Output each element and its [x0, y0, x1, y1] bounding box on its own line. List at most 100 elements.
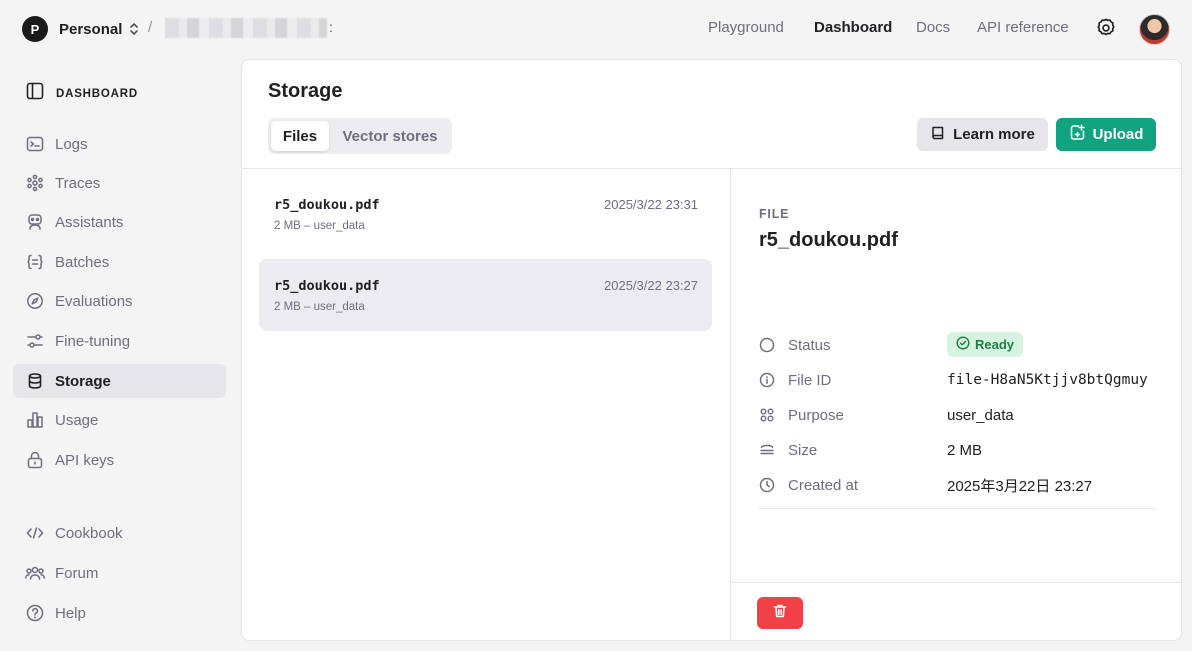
file-name: r5_doukou.pdf	[274, 197, 380, 213]
sidebar-item-label: Fine-tuning	[55, 332, 131, 350]
sidebar-item-batches[interactable]: Batches	[13, 245, 226, 279]
delete-file-button[interactable]	[757, 597, 803, 629]
user-avatar[interactable]	[1139, 14, 1170, 45]
file-meta: 2 MB – user_data	[274, 301, 365, 313]
file-meta: 2 MB – user_data	[274, 220, 365, 232]
compass-icon	[25, 291, 45, 311]
status-badge: Ready	[947, 332, 1023, 357]
sidebar-item-logs[interactable]: Logs	[13, 127, 226, 161]
file-list-item[interactable]: r5_doukou.pdf 2025/3/22 23:31 2 MB – use…	[259, 178, 712, 250]
upload-button[interactable]: Upload	[1056, 118, 1156, 151]
info-icon	[759, 372, 775, 388]
users-icon	[25, 563, 45, 583]
upload-label: Upload	[1092, 126, 1144, 143]
sidebar-item-label: Usage	[55, 411, 99, 429]
status-circle-icon	[759, 337, 775, 353]
file-date: 2025/3/22 23:27	[604, 278, 698, 293]
created-at-value: 2025年3月22日 23:27	[947, 477, 1093, 495]
prop-key: Purpose	[788, 406, 844, 424]
sidebar: DASHBOARD Logs Traces Assistants Batches…	[0, 58, 240, 651]
grid-dots-icon	[759, 407, 775, 423]
status-badge-label: Ready	[974, 337, 1015, 352]
stack-icon	[759, 442, 775, 458]
nav-dashboard[interactable]: Dashboard	[814, 19, 892, 36]
learn-more-label: Learn more	[953, 126, 1035, 143]
org-avatar: P	[22, 16, 48, 42]
prop-purpose: Purpose user_data	[759, 403, 1159, 427]
nav-docs[interactable]: Docs	[916, 19, 950, 36]
nav-playground[interactable]: Playground	[708, 19, 784, 36]
sidebar-item-cookbook[interactable]: Cookbook	[13, 516, 226, 550]
traces-icon	[25, 173, 45, 193]
nav-api-reference[interactable]: API reference	[977, 19, 1069, 36]
sidebar-item-label: Logs	[55, 135, 88, 153]
top-bar: P Personal / : Playground Dashboard Docs…	[0, 0, 1192, 58]
sidebar-item-label: Assistants	[55, 213, 124, 231]
size-value: 2 MB	[947, 441, 983, 459]
sidebar-item-label: API keys	[55, 451, 115, 469]
sidebar-toggle-icon[interactable]	[26, 82, 44, 105]
detail-footer-divider	[731, 582, 1181, 583]
tab-vector-stores[interactable]: Vector stores	[331, 121, 449, 151]
sidebar-item-label: Forum	[55, 564, 99, 582]
terminal-icon	[25, 134, 45, 154]
sidebar-item-usage[interactable]: Usage	[13, 403, 226, 437]
prop-created-at: Created at 2025年3月22日 23:27	[759, 473, 1159, 497]
file-list-item-selected[interactable]: r5_doukou.pdf 2025/3/22 23:27 2 MB – use…	[259, 259, 712, 331]
code-icon	[25, 523, 45, 543]
prop-key: Status	[788, 336, 831, 354]
gear-icon[interactable]	[1095, 17, 1117, 39]
storage-tabs: Files Vector stores	[268, 118, 452, 154]
breadcrumb-separator: /	[148, 19, 153, 36]
detail-kind-label: FILE	[759, 207, 790, 221]
chevron-updown-icon	[128, 22, 140, 36]
sidebar-item-fine-tuning[interactable]: Fine-tuning	[13, 324, 226, 358]
upload-file-icon	[1069, 124, 1086, 145]
sidebar-item-label: Batches	[55, 253, 110, 271]
prop-key: Created at	[788, 476, 859, 494]
sliders-icon	[25, 331, 45, 351]
sidebar-heading-label: DASHBOARD	[56, 87, 138, 100]
org-name: Personal	[59, 20, 123, 38]
file-date: 2025/3/22 23:31	[604, 197, 698, 212]
sidebar-item-api-keys[interactable]: API keys	[13, 443, 226, 477]
org-switcher[interactable]: P Personal	[22, 16, 140, 42]
file-id-value[interactable]: file-H8aN5Ktjjv8btQgmuy	[947, 372, 1148, 388]
purpose-value: user_data	[947, 406, 1014, 424]
tab-files[interactable]: Files	[271, 121, 329, 151]
book-icon	[930, 125, 946, 145]
sidebar-item-label: Help	[55, 604, 86, 622]
sidebar-item-evaluations[interactable]: Evaluations	[13, 284, 226, 318]
sidebar-item-forum[interactable]: Forum	[13, 556, 226, 590]
sidebar-heading: DASHBOARD	[26, 82, 138, 105]
database-icon	[25, 371, 45, 391]
braces-icon	[25, 252, 45, 272]
project-name-redacted[interactable]	[165, 18, 327, 38]
lock-icon	[25, 450, 45, 470]
check-circle-icon	[956, 336, 970, 353]
sidebar-item-label: Evaluations	[55, 292, 133, 310]
trash-icon	[772, 603, 788, 624]
sidebar-item-help[interactable]: Help	[13, 596, 226, 630]
sidebar-item-traces[interactable]: Traces	[13, 166, 226, 200]
detail-file-title: r5_doukou.pdf	[759, 229, 898, 251]
clock-icon	[759, 477, 775, 493]
bar-chart-icon	[25, 410, 45, 430]
prop-key: Size	[788, 441, 818, 459]
sidebar-item-assistants[interactable]: Assistants	[13, 205, 226, 239]
storage-panel: Storage Files Vector stores Learn more U…	[241, 59, 1182, 641]
project-switcher-caret[interactable]: :	[329, 19, 333, 35]
learn-more-button[interactable]: Learn more	[917, 118, 1048, 151]
prop-size: Size 2 MB	[759, 438, 1159, 462]
robot-icon	[25, 212, 45, 232]
file-name: r5_doukou.pdf	[274, 278, 380, 294]
prop-key: File ID	[788, 371, 832, 389]
sidebar-item-label: Storage	[55, 372, 111, 390]
sidebar-item-storage[interactable]: Storage	[13, 364, 226, 398]
detail-divider	[759, 508, 1156, 509]
help-icon	[25, 603, 45, 623]
sidebar-item-label: Cookbook	[55, 524, 123, 542]
prop-file-id: File ID file-H8aN5Ktjjv8btQgmuy	[759, 368, 1159, 392]
file-detail-pane: FILE r5_doukou.pdf Status Ready File ID …	[731, 169, 1181, 640]
page-title: Storage	[268, 80, 343, 102]
